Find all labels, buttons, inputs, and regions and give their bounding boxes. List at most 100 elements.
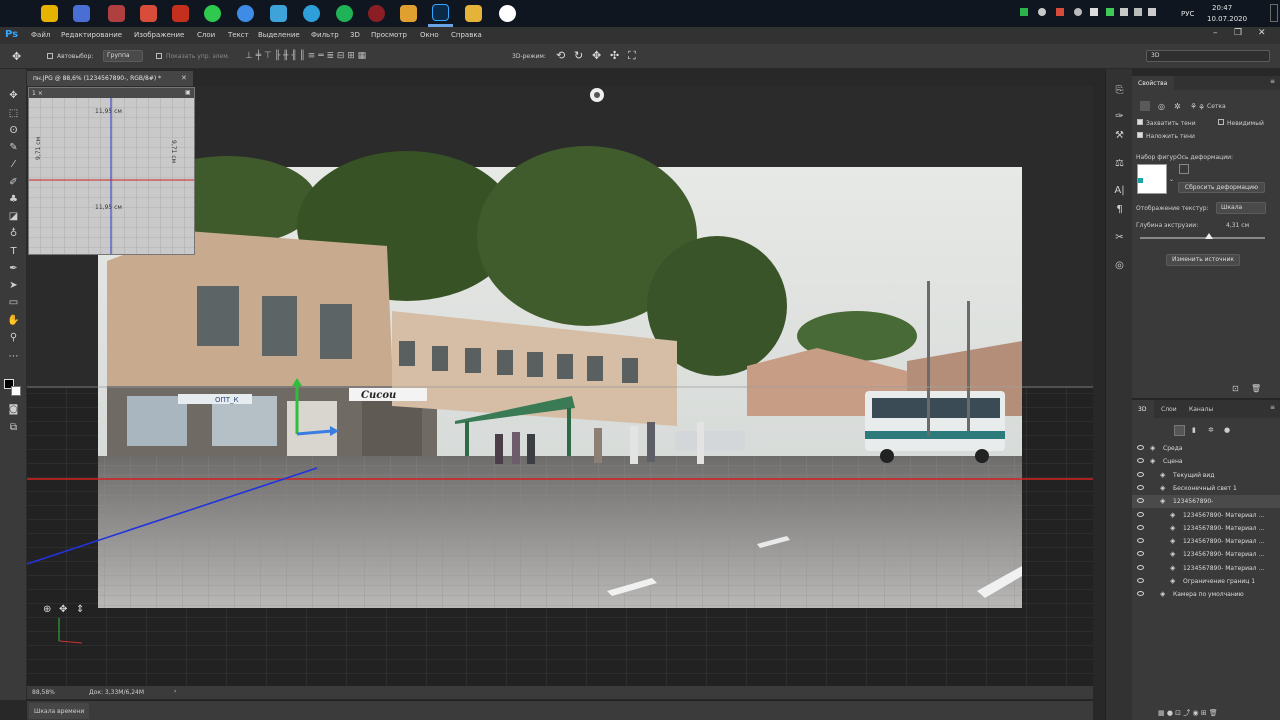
canvas-area[interactable]: ОПТ_К Сисои ⊕ ✥ ⇕ 1 × ▣ 11,95 см 11,95 с… <box>27 86 1093 686</box>
app-icon[interactable] <box>237 5 254 22</box>
photoshop-icon[interactable] <box>432 4 449 21</box>
marquee-tool-icon[interactable]: ⬚ <box>6 107 21 121</box>
menu-filter[interactable]: Фильтр <box>311 31 339 39</box>
clock-date[interactable]: 10.07.2020 <box>1207 15 1247 23</box>
visibility-eye-icon[interactable] <box>1137 498 1144 504</box>
extrusion-slider-thumb[interactable] <box>1204 233 1213 239</box>
shape-tool-icon[interactable]: ▭ <box>6 296 21 310</box>
blur-tool-icon[interactable]: ♁ <box>6 227 21 241</box>
app-icon[interactable] <box>108 5 125 22</box>
render-icon[interactable]: ⊡ <box>1232 384 1239 393</box>
visibility-eye-icon[interactable] <box>1137 578 1144 583</box>
timeline-tab[interactable]: Шкала времени <box>29 703 89 719</box>
chevron-down-icon[interactable]: ⌄ <box>1169 176 1174 183</box>
status-arrow-icon[interactable]: › <box>174 688 176 695</box>
uv-close-icon[interactable]: ▣ <box>185 89 191 96</box>
panel-menu-icon[interactable]: ≡ <box>1270 404 1275 411</box>
edit-source-button[interactable]: Изменить источник <box>1166 254 1240 266</box>
reset-deform-button[interactable]: Сбросить деформацию <box>1178 182 1265 193</box>
path-select-icon[interactable]: ➤ <box>6 279 21 293</box>
visibility-eye-icon[interactable] <box>1137 471 1144 477</box>
visibility-eye-icon[interactable] <box>1137 564 1144 570</box>
clone-source-icon[interactable]: ⚒ <box>1112 129 1127 143</box>
menu-image[interactable]: Изображение <box>134 31 184 39</box>
eyedropper-icon[interactable]: ⁄ <box>6 158 21 172</box>
visibility-eye-icon[interactable] <box>1137 551 1144 557</box>
move-tool-icon[interactable]: ✥ <box>6 89 21 103</box>
autoselect-checkbox[interactable] <box>47 53 53 59</box>
adjust-icon[interactable]: ⚖ <box>1112 157 1127 171</box>
language-indicator[interactable]: РУС <box>1181 10 1194 18</box>
visibility-eye-icon[interactable] <box>1137 445 1144 450</box>
eraser-tool-icon[interactable]: ◪ <box>6 210 21 224</box>
app-icon[interactable] <box>400 5 417 22</box>
hand-tool-icon[interactable]: ✋ <box>6 314 21 328</box>
filter-icons[interactable]: ▮ ✲ ● <box>1174 425 1244 436</box>
visibility-eye-icon[interactable] <box>1137 458 1144 464</box>
cast-shadows-checkbox[interactable] <box>1137 132 1143 138</box>
layer-row[interactable]: ◈ 1234567890- Материал ... <box>1132 535 1280 548</box>
tools-icon[interactable]: ✂ <box>1112 231 1127 245</box>
whatsapp-icon[interactable] <box>204 5 221 22</box>
type-tool-icon[interactable]: T <box>6 245 21 259</box>
layer-row[interactable]: ◈ 1234567890- Материал ... <box>1132 509 1280 522</box>
zoom-tool-icon[interactable]: ⚲ <box>6 331 21 345</box>
visibility-eye-icon[interactable] <box>1137 511 1144 517</box>
pen-tool-icon[interactable]: ✒ <box>6 262 21 276</box>
brush-settings-icon[interactable]: ✑ <box>1112 110 1127 124</box>
opera-icon[interactable] <box>368 5 385 22</box>
quick-select-icon[interactable]: ✎ <box>6 141 21 155</box>
background-color[interactable] <box>11 386 21 396</box>
slide-icon[interactable]: ✣ <box>610 49 619 62</box>
coords-tab-icon[interactable]: ⚘ <box>1190 102 1197 111</box>
quick-mask-icon[interactable]: ◙ <box>6 403 21 417</box>
visibility-eye-icon[interactable] <box>1137 538 1144 544</box>
menu-help[interactable]: Справка <box>451 31 482 39</box>
restore-button[interactable]: ❐ <box>1234 28 1242 38</box>
document-tab[interactable]: пн.JPG @ 88,6% (1234567890-, RGB/8#) * ✕ <box>27 71 193 86</box>
3d-icon[interactable]: ◎ <box>1112 259 1127 273</box>
align-buttons[interactable]: ⊥ ╪ ⊤ ╟ ╫ ╢ ║ ≡ ═ ≣ ⊟ ⊞ ▦ <box>245 51 475 61</box>
menu-type[interactable]: Текст <box>228 31 249 39</box>
app-icon[interactable] <box>270 5 287 22</box>
menu-3d[interactable]: 3D <box>350 31 360 39</box>
shape-preset-swatch[interactable] <box>1137 164 1167 194</box>
history-icon[interactable]: ⎘ <box>1112 84 1127 98</box>
layer-row[interactable]: ◈ Ограничение границ 1 <box>1132 575 1280 588</box>
close-button[interactable]: ✕ <box>1258 28 1266 38</box>
screen-mode-icon[interactable]: ⧉ <box>6 421 21 435</box>
visibility-eye-icon[interactable] <box>1137 484 1144 490</box>
roll-icon[interactable]: ↻ <box>574 49 583 62</box>
minimize-button[interactable]: – <box>1213 28 1218 38</box>
lasso-tool-icon[interactable]: ʘ <box>6 124 21 138</box>
stamp-tool-icon[interactable]: ♣ <box>6 193 21 207</box>
filezilla-icon[interactable] <box>172 5 189 22</box>
camera-pan-icon[interactable]: ✥ <box>59 604 67 615</box>
camera-orbit-icon[interactable]: ⊕ <box>43 604 51 615</box>
clock-time[interactable]: 20:47 <box>1212 4 1232 12</box>
layer-row[interactable]: ◈ Сцена <box>1132 455 1280 468</box>
mesh-tab-icon[interactable] <box>1140 101 1150 111</box>
menu-file[interactable]: Файл <box>31 31 50 39</box>
delete-icon[interactable]: 🗑 <box>1251 384 1261 393</box>
more-tools-icon[interactable]: ⋯ <box>6 350 21 364</box>
layer-row[interactable]: ◈ 1234567890- Материал ... <box>1132 522 1280 535</box>
tab-layers[interactable]: Слои <box>1161 406 1177 413</box>
layer-row[interactable]: ◈ Текущий вид <box>1132 469 1280 482</box>
visibility-eye-icon[interactable] <box>1137 591 1144 597</box>
invisible-checkbox[interactable] <box>1218 119 1224 125</box>
paragraph-icon[interactable]: ¶ <box>1112 203 1127 217</box>
deform-axis-widget[interactable] <box>1179 164 1189 174</box>
menu-select[interactable]: Выделение <box>258 31 300 39</box>
explorer-icon[interactable] <box>465 5 482 22</box>
tab-3d[interactable]: 3D <box>1132 400 1154 418</box>
workspace-dropdown[interactable]: 3D <box>1146 50 1270 62</box>
pan-icon[interactable]: ✥ <box>592 49 601 62</box>
cap-tab-icon[interactable]: ✲ <box>1174 102 1181 111</box>
layer-row[interactable]: ◈ Камера по умолчанию <box>1132 588 1280 601</box>
orbit-icon[interactable]: ⟲ <box>556 49 565 62</box>
panel-menu-icon[interactable]: ≡ <box>1270 78 1275 85</box>
notification-icon[interactable] <box>1270 4 1278 22</box>
deform-tab-icon[interactable]: ◎ <box>1158 102 1165 111</box>
visibility-eye-icon[interactable] <box>1137 524 1144 530</box>
